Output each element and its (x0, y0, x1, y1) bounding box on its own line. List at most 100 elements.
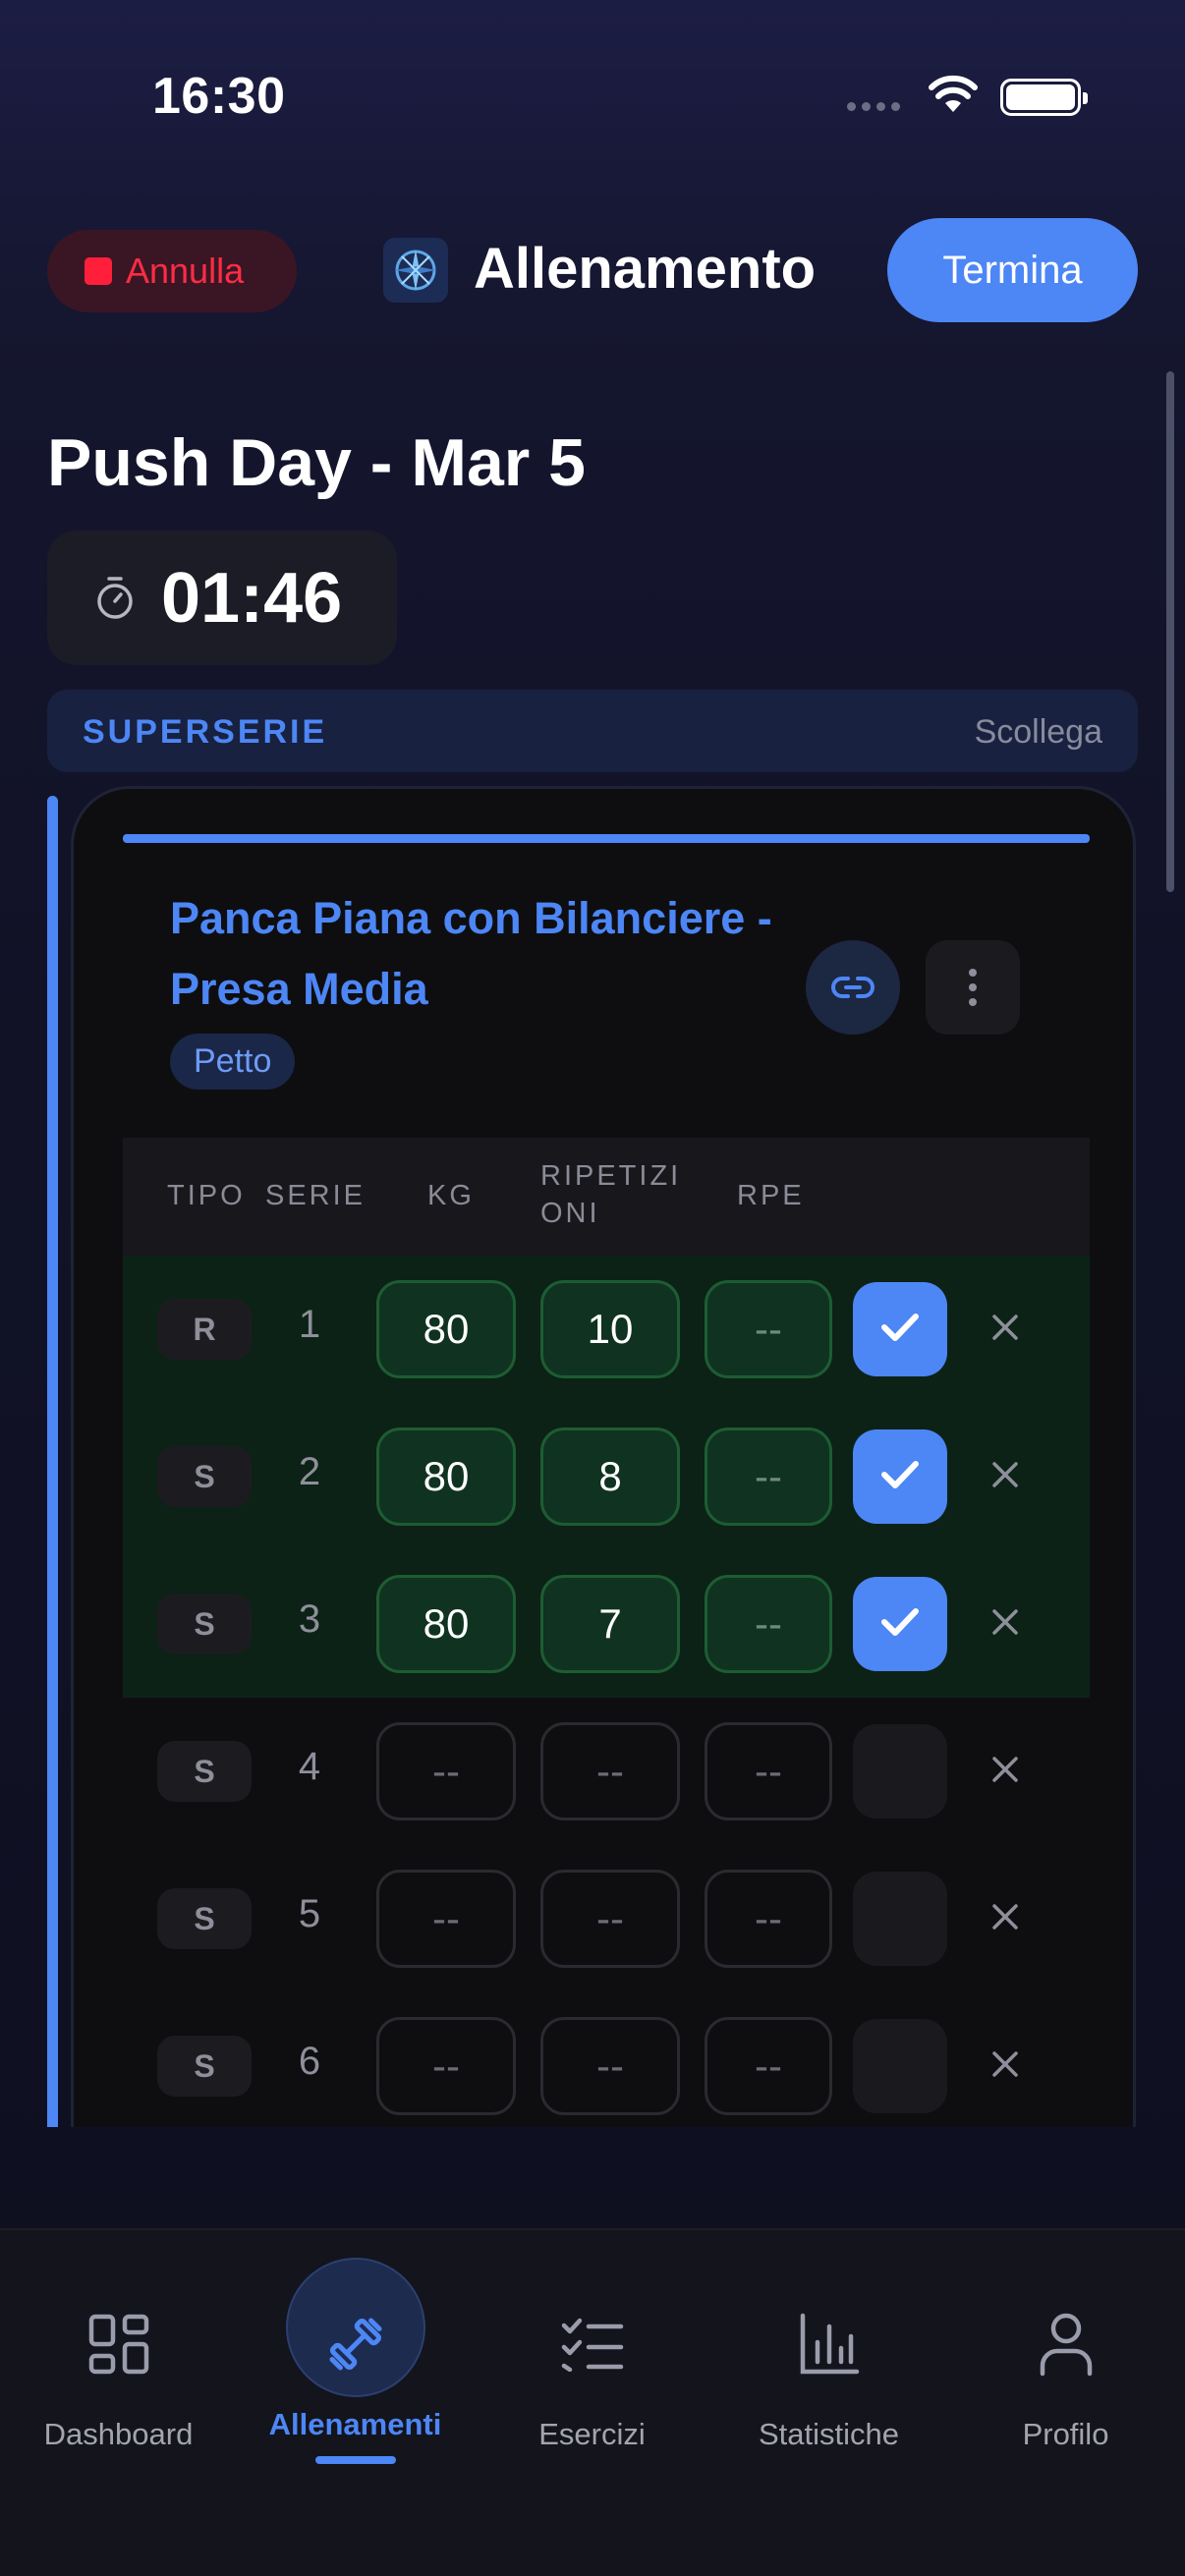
column-set: SERIE (265, 1180, 367, 1211)
set-type-badge[interactable]: S (157, 1741, 252, 1802)
exercise-scroll-area[interactable]: Panca Piana con Bilanciere - Presa Media… (0, 776, 1185, 2127)
complete-set-checkbox[interactable] (853, 1724, 947, 1819)
close-icon (991, 1903, 1019, 1935)
bar-chart-icon (790, 2305, 869, 2383)
tab-label: Dashboard (43, 2417, 194, 2451)
delete-set-button[interactable] (976, 2037, 1035, 2096)
reps-input[interactable]: -- (540, 2017, 680, 2115)
set-number: 5 (298, 1892, 321, 1935)
page-title: Allenamento (474, 237, 817, 301)
weight-input[interactable]: -- (376, 1722, 516, 1820)
tab-label: Esercizi (538, 2417, 646, 2451)
delete-set-button[interactable] (976, 1300, 1035, 1359)
set-type-badge[interactable]: R (157, 1299, 252, 1360)
link-superset-button[interactable] (806, 940, 900, 1035)
set-row: R 1 80 10 -- (74, 1256, 1139, 1403)
close-icon (991, 2050, 1019, 2083)
more-vertical-icon (969, 969, 977, 1006)
dumbbell-icon (316, 2305, 395, 2383)
weight-input[interactable]: -- (376, 2017, 516, 2115)
stopwatch-icon (97, 576, 133, 619)
cancel-workout-button[interactable]: Annulla (47, 230, 297, 312)
tab-label: Profilo (1022, 2417, 1109, 2451)
weight-input[interactable]: 80 (376, 1575, 516, 1673)
set-type-badge[interactable]: S (157, 1594, 252, 1654)
tab-label: Allenamenti (268, 2407, 442, 2441)
checkmark-icon (880, 1312, 920, 1348)
rpe-input[interactable]: -- (705, 1280, 832, 1378)
set-type-badge[interactable]: S (157, 1888, 252, 1949)
reps-input[interactable]: 7 (540, 1575, 680, 1673)
user-icon (1027, 2305, 1105, 2383)
weight-input[interactable]: 80 (376, 1428, 516, 1526)
delete-set-button[interactable] (976, 1447, 1035, 1506)
sets-table-header: TIPO SERIE KG RIPETIZI ONI RPE (123, 1138, 1090, 1256)
dashboard-grid-icon (80, 2305, 158, 2383)
complete-set-checkbox[interactable] (853, 2019, 947, 2113)
close-icon (991, 1461, 1019, 1493)
card-accent-bar (123, 834, 1090, 843)
cellular-signal-icon (847, 102, 900, 111)
set-row: S 4 -- -- -- (74, 1698, 1139, 1845)
rpe-input[interactable]: -- (705, 1870, 832, 1968)
checklist-icon (553, 2305, 632, 2383)
set-number: 6 (298, 2040, 321, 2083)
delete-set-button[interactable] (976, 1595, 1035, 1653)
set-number: 4 (298, 1745, 321, 1788)
finish-workout-button[interactable]: Termina (887, 218, 1138, 322)
tab-dashboard[interactable]: Dashboard (0, 2230, 237, 2466)
cancel-label: Annulla (126, 251, 245, 291)
set-number: 2 (298, 1450, 321, 1493)
complete-set-checkbox[interactable] (853, 1429, 947, 1524)
set-row: S 2 80 8 -- (74, 1403, 1139, 1550)
rpe-input[interactable]: -- (705, 1575, 832, 1673)
exercise-card: Panca Piana con Bilanciere - Presa Media… (71, 786, 1136, 2127)
superset-accent-line (47, 796, 58, 2127)
stop-icon (85, 257, 112, 285)
reps-input[interactable]: -- (540, 1722, 680, 1820)
tab-statistics[interactable]: Statistiche (710, 2230, 947, 2466)
complete-set-checkbox[interactable] (853, 1282, 947, 1376)
set-type-badge[interactable]: S (157, 1446, 252, 1507)
set-number: 3 (298, 1597, 321, 1641)
exercise-name[interactable]: Panca Piana con Bilanciere - Presa Media (170, 883, 818, 1025)
reps-input[interactable]: -- (540, 1870, 680, 1968)
close-icon (991, 1608, 1019, 1641)
superset-label: SUPERSERIE (83, 713, 328, 751)
weight-input[interactable]: -- (376, 1870, 516, 1968)
complete-set-checkbox[interactable] (853, 1577, 947, 1671)
set-row: S 3 80 7 -- (74, 1550, 1139, 1698)
rpe-input[interactable]: -- (705, 1722, 832, 1820)
column-reps: RIPETIZI ONI (540, 1160, 682, 1229)
rpe-input[interactable]: -- (705, 1428, 832, 1526)
more-options-button[interactable] (926, 940, 1020, 1035)
close-icon (991, 1756, 1019, 1788)
workout-timer: 01:46 (47, 531, 397, 665)
battery-icon (1000, 79, 1088, 116)
active-tab-indicator (314, 2456, 396, 2464)
delete-set-button[interactable] (976, 1742, 1035, 1801)
bottom-tab-bar: Dashboard Allenamenti Esercizi Statistic… (0, 2228, 1185, 2576)
link-icon (831, 977, 875, 998)
reps-input[interactable]: 10 (540, 1280, 680, 1378)
tab-exercises[interactable]: Esercizi (474, 2230, 710, 2466)
superset-header: SUPERSERIE Scollega (47, 690, 1138, 772)
column-type: TIPO (167, 1180, 246, 1211)
set-number: 1 (298, 1303, 321, 1346)
set-type-badge[interactable]: S (157, 2036, 252, 2097)
column-kg: KG (427, 1180, 475, 1211)
tab-label: Statistiche (758, 2417, 899, 2451)
weight-input[interactable]: 80 (376, 1280, 516, 1378)
unlink-superset-button[interactable]: Scollega (975, 713, 1102, 752)
set-row: S 5 -- -- -- (74, 1845, 1139, 1992)
tab-profile[interactable]: Profilo (947, 2230, 1184, 2466)
delete-set-button[interactable] (976, 1889, 1035, 1948)
compass-logo-icon (383, 238, 448, 303)
rpe-input[interactable]: -- (705, 2017, 832, 2115)
workout-title: Push Day - Mar 5 (47, 425, 586, 500)
reps-input[interactable]: 8 (540, 1428, 680, 1526)
tab-workouts[interactable]: Allenamenti (237, 2230, 474, 2466)
complete-set-checkbox[interactable] (853, 1872, 947, 1966)
muscle-tag: Petto (170, 1034, 296, 1090)
set-row: S 6 -- -- -- (74, 1992, 1139, 2127)
